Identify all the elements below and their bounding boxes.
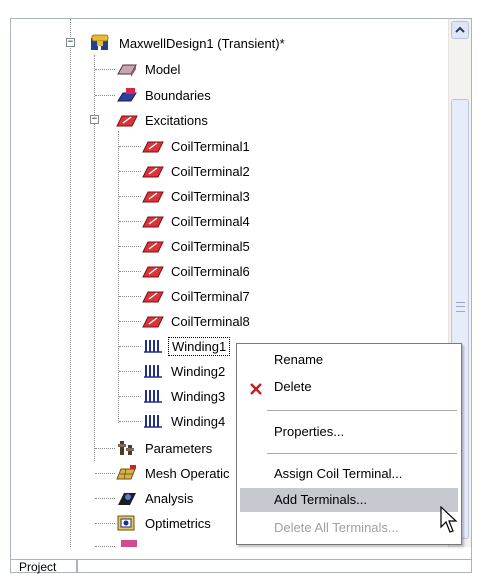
- tree-item-label: Mesh Operatic: [145, 465, 230, 481]
- boundaries-icon: [115, 86, 139, 104]
- menu-item-add-terminals[interactable]: Add Terminals...: [240, 488, 458, 512]
- maxwell-design-icon: [89, 34, 113, 52]
- context-menu: Rename Delete Properties... Assign Coil …: [236, 343, 462, 545]
- menu-item-delete-all-terminals[interactable]: Delete All Terminals...: [240, 516, 458, 540]
- tree-item-label: CoilTerminal3: [171, 188, 250, 204]
- tree-item-coil-terminal[interactable]: CoilTerminal2: [141, 160, 253, 182]
- tree-item-winding[interactable]: Winding3: [141, 385, 228, 407]
- tree-item-label: Boundaries: [145, 87, 211, 103]
- chevron-up-icon: [455, 26, 465, 33]
- parameters-icon: [115, 439, 139, 457]
- tree-item-coil-terminal[interactable]: CoilTerminal3: [141, 185, 253, 207]
- delete-x-icon: [249, 380, 263, 404]
- tree-item-label: Model: [145, 61, 181, 77]
- mesh-operations-icon: [115, 464, 139, 482]
- tree-item-excitations[interactable]: Excitations: [115, 109, 211, 131]
- menu-item-properties[interactable]: Properties...: [240, 420, 458, 444]
- tree-item-label: Optimetrics: [145, 515, 211, 531]
- tree-item-label: Parameters: [145, 440, 213, 456]
- collapse-toggle[interactable]: −: [90, 115, 99, 124]
- tree-item-parameters[interactable]: Parameters: [115, 437, 215, 459]
- tree-item-label: CoilTerminal4: [171, 213, 250, 229]
- menu-item-label: Assign Coil Terminal...: [274, 466, 403, 481]
- coil-terminal-icon: [141, 312, 165, 330]
- menu-item-delete[interactable]: Delete: [240, 375, 458, 399]
- menu-item-label: Rename: [274, 352, 324, 367]
- menu-separator: [267, 453, 457, 454]
- tree-item-label: Winding3: [171, 388, 226, 404]
- tree-line: [118, 131, 119, 423]
- tree-item-label: CoilTerminal7: [171, 288, 250, 304]
- tree-item-winding-selected[interactable]: Winding1: [141, 335, 231, 357]
- tree-item-coil-terminal[interactable]: CoilTerminal6: [141, 260, 253, 282]
- coil-terminal-icon: [141, 137, 165, 155]
- mouse-cursor-icon: [440, 505, 458, 534]
- analysis-icon: [115, 489, 139, 507]
- tree-item-optimetrics[interactable]: Optimetrics: [115, 512, 214, 534]
- excitations-icon: [115, 111, 139, 129]
- menu-item-label: Add Terminals...: [274, 492, 367, 507]
- tree-item-label: Excitations: [145, 112, 208, 128]
- results-icon: [121, 540, 137, 547]
- winding-icon: [141, 387, 165, 405]
- tree-item-coil-terminal[interactable]: CoilTerminal4: [141, 210, 253, 232]
- coil-terminal-icon: [141, 287, 165, 305]
- menu-separator: [267, 410, 457, 411]
- collapse-toggle[interactable]: −: [66, 38, 75, 47]
- tree-item-model[interactable]: Model: [115, 58, 183, 80]
- menu-item-label: Delete All Terminals...: [274, 520, 399, 535]
- menu-item-label: Delete: [274, 379, 312, 394]
- coil-terminal-icon: [141, 212, 165, 230]
- tree-item-mesh-operations[interactable]: Mesh Operatic: [115, 462, 233, 484]
- tree-item-boundaries[interactable]: Boundaries: [115, 84, 214, 106]
- tree-root-maxwell-design[interactable]: MaxwellDesign1 (Transient)*: [89, 32, 288, 54]
- tree-item-label: CoilTerminal1: [171, 138, 250, 154]
- winding-icon: [141, 362, 165, 380]
- grip-icon: [456, 302, 465, 312]
- tree-item-label: CoilTerminal8: [171, 313, 250, 329]
- tree-item-winding[interactable]: Winding4: [141, 410, 228, 432]
- project-tab[interactable]: Project: [10, 560, 77, 574]
- tree-item-coil-terminal[interactable]: CoilTerminal8: [141, 310, 253, 332]
- model-icon: [115, 60, 139, 78]
- optimetrics-icon: [115, 514, 139, 532]
- tree-item-winding[interactable]: Winding2: [141, 360, 228, 382]
- tree-item-label: Analysis: [145, 490, 194, 506]
- menu-item-assign-coil-terminal[interactable]: Assign Coil Terminal...: [240, 462, 458, 486]
- tree-item-label: CoilTerminal6: [171, 263, 250, 279]
- tree-item-label: Winding4: [171, 413, 226, 429]
- coil-terminal-icon: [141, 187, 165, 205]
- tree-item-coil-terminal[interactable]: CoilTerminal1: [141, 135, 253, 157]
- tree-item-coil-terminal[interactable]: CoilTerminal5: [141, 235, 253, 257]
- scroll-up-button[interactable]: [451, 21, 469, 39]
- coil-terminal-icon: [141, 237, 165, 255]
- winding-icon: [141, 337, 165, 355]
- tree-item-analysis[interactable]: Analysis: [115, 487, 196, 509]
- tree-item-label: Winding2: [171, 363, 226, 379]
- coil-terminal-icon: [141, 162, 165, 180]
- coil-terminal-icon: [141, 262, 165, 280]
- tree-item-coil-terminal[interactable]: CoilTerminal7: [141, 285, 253, 307]
- menu-item-label: Properties...: [274, 424, 345, 439]
- tree-item-label: MaxwellDesign1 (Transient)*: [119, 35, 285, 51]
- menu-item-rename[interactable]: Rename: [240, 348, 458, 372]
- bottom-strip: [77, 560, 472, 573]
- tree-item-label: CoilTerminal5: [171, 238, 250, 254]
- tree-item-label: CoilTerminal2: [171, 163, 250, 179]
- tree-item-label: Winding1: [168, 336, 231, 356]
- winding-icon: [141, 412, 165, 430]
- tree-line: [70, 19, 71, 547]
